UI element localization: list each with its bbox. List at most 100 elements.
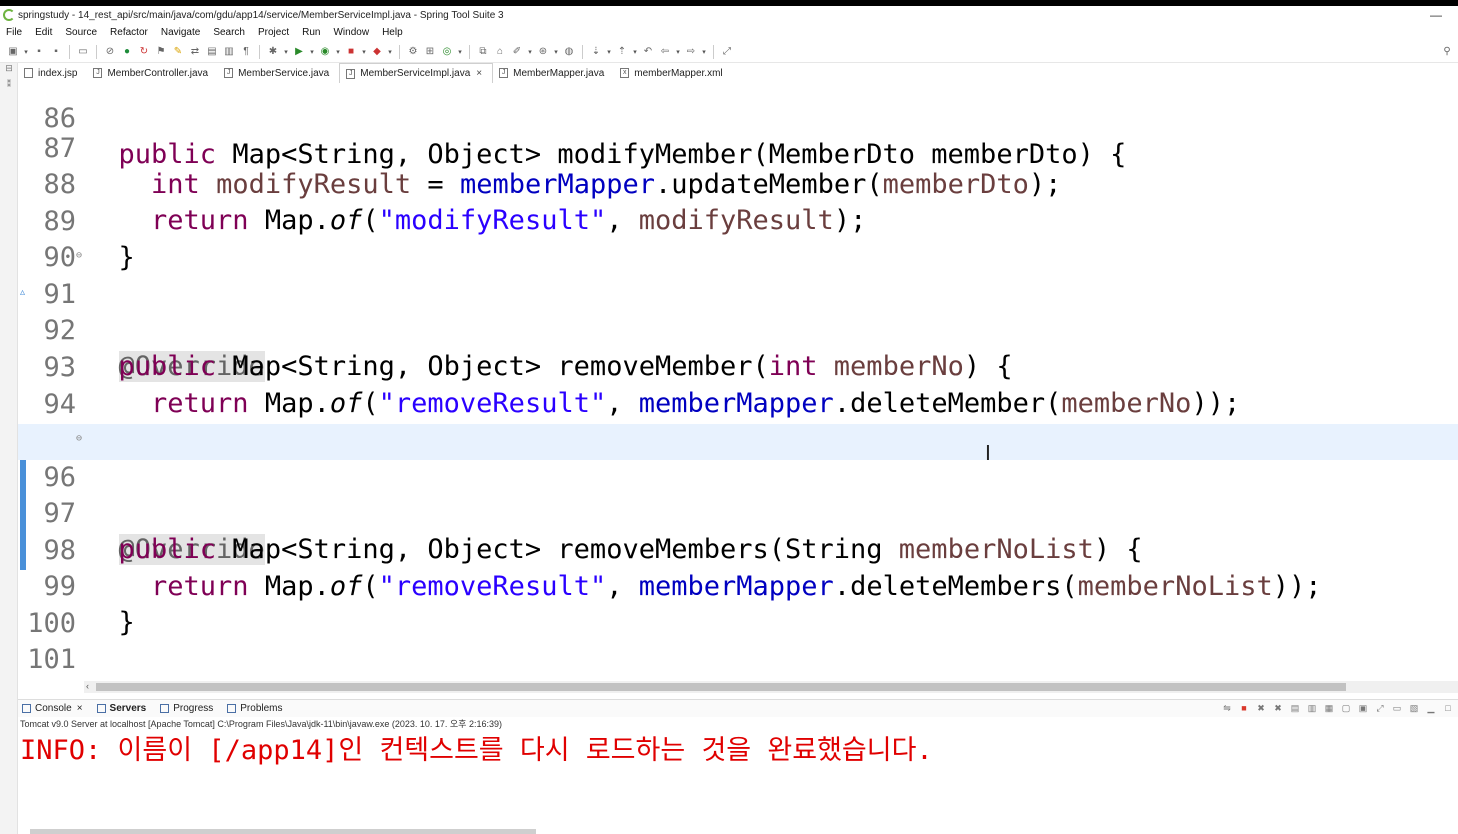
run-dropdown-icon[interactable]: ▾ (309, 45, 315, 59)
tab-label: MemberServiceImpl.java (360, 68, 471, 79)
package-explorer-icon[interactable]: ⁑ (0, 79, 18, 95)
previous-annotation-dropdown-icon[interactable]: ▾ (632, 45, 638, 59)
terminal-icon[interactable]: ▭ (76, 45, 90, 59)
menu-project[interactable]: Project (258, 27, 289, 38)
globe-icon[interactable]: ◍ (562, 45, 576, 59)
new-class-icon[interactable]: ◎ (440, 45, 454, 59)
tab-member-mapper-xml[interactable]: x memberMapper.xml (614, 63, 732, 83)
tab-member-controller[interactable]: J MemberController.java (87, 63, 218, 83)
open-type-hierarchy-icon[interactable]: ⧉ (476, 45, 490, 59)
new-dropdown-icon[interactable]: ▾ (23, 45, 29, 59)
pin-console-icon[interactable]: ⤢ (1374, 702, 1386, 714)
debug-dropdown-icon[interactable]: ▾ (283, 45, 289, 59)
tab-problems[interactable]: Problems (223, 703, 283, 714)
scroll-left-icon[interactable]: ‹ (86, 681, 89, 691)
block-selection-icon[interactable]: ▤ (205, 45, 219, 59)
show-on-error-icon[interactable]: ▣ (1357, 702, 1369, 714)
quick-access-search-icon[interactable]: ⚲ (1440, 44, 1454, 58)
next-annotation-icon[interactable]: ⇣ (589, 45, 603, 59)
restore-view-icon[interactable]: ⊟ (0, 63, 18, 79)
clear-console-icon[interactable]: ▤ (1289, 702, 1301, 714)
show-whitespace-icon[interactable]: ¶ (239, 45, 253, 59)
toolbar-separator (582, 44, 583, 59)
save-all-icon[interactable]: ▪ (49, 45, 63, 59)
console-horizontal-scrollbar[interactable] (30, 829, 536, 834)
run-icon[interactable]: ▶ (292, 45, 306, 59)
forward-icon[interactable]: ⇨ (684, 45, 698, 59)
tab-progress[interactable]: Progress (156, 703, 213, 714)
open-console-icon[interactable]: ▧ (1408, 702, 1420, 714)
remove-launch-icon[interactable]: ✖ (1255, 702, 1267, 714)
next-annotation-dropdown-icon[interactable]: ▾ (606, 45, 612, 59)
console-output[interactable]: INFO: 이름이 [/app14]인 컨텍스트를 다시 로드하는 것을 완료했… (20, 731, 1458, 771)
forward-dropdown-icon[interactable]: ▾ (701, 45, 707, 59)
start-server-icon[interactable]: ● (120, 45, 134, 59)
remove-all-launches-icon[interactable]: ✖ (1272, 702, 1284, 714)
code-line: 93 return Map.of("removeResult", memberM… (18, 314, 1458, 419)
external-tools-dropdown-icon[interactable]: ▾ (387, 45, 393, 59)
word-wrap-icon[interactable]: ▥ (222, 45, 236, 59)
tab-console[interactable]: Console × (18, 703, 83, 714)
new-class-dropdown-icon[interactable]: ▾ (457, 45, 463, 59)
open-folder-icon[interactable]: ⌂ (493, 45, 507, 59)
back-icon[interactable]: ⇦ (658, 45, 672, 59)
new-icon[interactable]: ▣ (6, 45, 20, 59)
tab-label: MemberService.java (238, 67, 330, 79)
tab-member-service-impl[interactable]: J MemberServiceImpl.java × (339, 63, 494, 83)
problems-icon (227, 704, 237, 713)
fold-toggle-icon[interactable]: ⊖ (76, 424, 82, 454)
coverage-icon[interactable]: ◉ (318, 45, 332, 59)
menu-source[interactable]: Source (65, 27, 97, 38)
maximize-view-icon[interactable]: □ (1442, 702, 1454, 714)
stop-icon[interactable]: ■ (344, 45, 358, 59)
code-editor[interactable]: ▵ ▵ 86 public Map<String, Object> modify… (18, 83, 1458, 681)
search-files-icon[interactable]: ⊛ (536, 45, 550, 59)
disconnect-icon[interactable]: ⇋ (1221, 702, 1233, 714)
tab-servers[interactable]: Servers (93, 703, 146, 714)
display-console-icon[interactable]: ▭ (1391, 702, 1403, 714)
link-icon[interactable]: ⇄ (188, 45, 202, 59)
pin-editor-icon[interactable]: ⤢ (720, 45, 734, 59)
search-files-dropdown-icon[interactable]: ▾ (553, 45, 559, 59)
minimize-button[interactable]: — (1430, 8, 1442, 22)
skip-breakpoints-icon[interactable]: ⊘ (103, 45, 117, 59)
show-on-output-icon[interactable]: ▢ (1340, 702, 1352, 714)
scroll-lock-icon[interactable]: ▥ (1306, 702, 1318, 714)
back-dropdown-icon[interactable]: ▾ (675, 45, 681, 59)
stop-dropdown-icon[interactable]: ▾ (361, 45, 367, 59)
mark-occurrences-icon[interactable]: ✎ (171, 45, 185, 59)
menu-help[interactable]: Help (382, 27, 403, 38)
code-line: 88 return Map.of("modifyResult", modifyR… (18, 131, 1458, 236)
close-tab-icon[interactable]: × (476, 68, 482, 79)
word-wrap-icon[interactable]: ▦ (1323, 702, 1335, 714)
tab-index-jsp[interactable]: index.jsp (18, 63, 87, 83)
menu-edit[interactable]: Edit (35, 27, 52, 38)
save-icon[interactable]: ▪ (32, 45, 46, 59)
previous-annotation-icon[interactable]: ⇡ (615, 45, 629, 59)
minimize-view-icon[interactable]: ▁ (1425, 702, 1437, 714)
open-task-dropdown-icon[interactable]: ▾ (527, 45, 533, 59)
new-java-project-icon[interactable]: ⚙ (406, 45, 420, 59)
open-type-icon[interactable]: ⚑ (154, 45, 168, 59)
menu-navigate[interactable]: Navigate (161, 27, 200, 38)
debug-icon[interactable]: ✱ (266, 45, 280, 59)
menu-file[interactable]: File (6, 27, 22, 38)
line-number: 102 (18, 679, 76, 681)
refresh-icon[interactable]: ↻ (137, 45, 151, 59)
scrollbar-thumb[interactable] (96, 683, 1346, 691)
menu-refactor[interactable]: Refactor (110, 27, 148, 38)
tab-member-mapper-java[interactable]: J MemberMapper.java (493, 63, 614, 83)
external-tools-icon[interactable]: ◆ (370, 45, 384, 59)
new-package-icon[interactable]: ⊞ (423, 45, 437, 59)
last-edit-location-icon[interactable]: ↶ (641, 45, 655, 59)
coverage-dropdown-icon[interactable]: ▾ (335, 45, 341, 59)
close-tab-icon[interactable]: × (77, 703, 83, 714)
menu-search[interactable]: Search (213, 27, 245, 38)
editor-horizontal-scrollbar[interactable]: ‹ (84, 681, 1458, 693)
open-task-icon[interactable]: ✐ (510, 45, 524, 59)
tab-member-service[interactable]: J MemberService.java (218, 63, 339, 83)
terminate-icon[interactable]: ■ (1238, 702, 1250, 714)
fold-toggle-icon[interactable]: ⊖ (76, 241, 82, 271)
menu-run[interactable]: Run (302, 27, 320, 38)
menu-window[interactable]: Window (333, 27, 369, 38)
